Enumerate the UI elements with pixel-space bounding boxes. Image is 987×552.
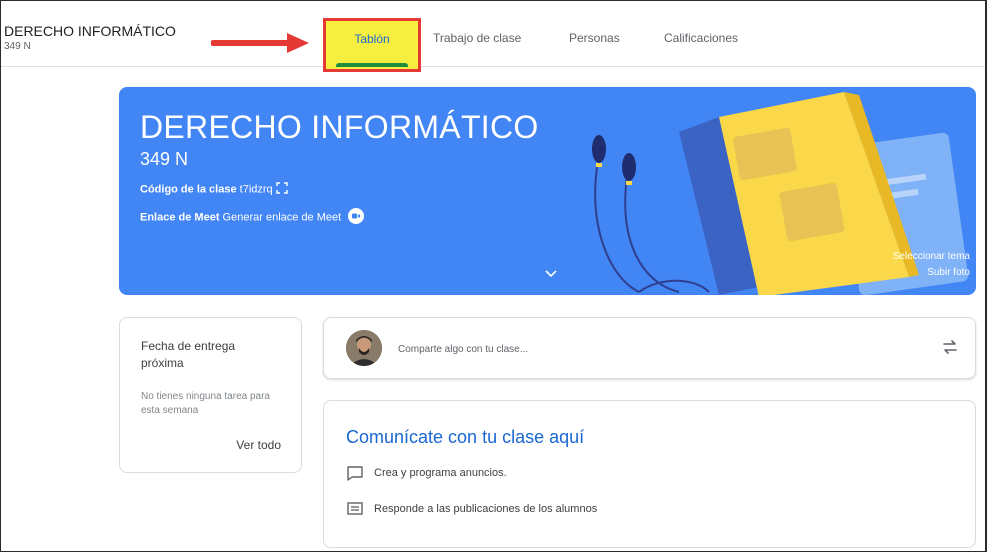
meet-icon[interactable] xyxy=(348,208,365,227)
upload-photo-link[interactable]: Subir foto xyxy=(927,267,970,278)
communicate-card: Comunícate con tu clase aquí Crea y prog… xyxy=(323,400,976,548)
avatar xyxy=(346,330,382,366)
banner-title: DERECHO INFORMÁTICO xyxy=(140,109,539,145)
info-item-announcements: Crea y programa anuncios. xyxy=(346,465,507,481)
meet-label: Enlace de Meet xyxy=(140,211,220,224)
tab-people[interactable]: Personas xyxy=(569,31,620,45)
repost-icon[interactable] xyxy=(941,338,959,361)
communicate-title: Comunícate con tu clase aquí xyxy=(346,427,585,447)
tab-classwork[interactable]: Trabajo de clase xyxy=(433,31,521,45)
active-tab-indicator xyxy=(336,63,408,67)
upcoming-card: Fecha de entrega próxima No tienes ningu… xyxy=(119,317,302,473)
meet-link-row: Enlace de Meet Generar enlace de Meet xyxy=(140,208,365,227)
top-bar: DERECHO INFORMÁTICO 349 N Tablón Trabajo… xyxy=(1,1,985,72)
fullscreen-icon[interactable] xyxy=(276,182,288,197)
tab-stream-label: Tablón xyxy=(354,32,390,46)
chevron-down-icon[interactable] xyxy=(545,265,557,283)
info-item-text: Responde a las publicaciones de los alum… xyxy=(374,503,598,515)
banner-section: 349 N xyxy=(140,149,189,169)
class-banner: DERECHO INFORMÁTICO 349 N Código de la c… xyxy=(119,87,976,295)
upcoming-title: Fecha de entrega próxima xyxy=(141,339,236,370)
course-section: 349 N xyxy=(4,41,31,52)
select-theme-link[interactable]: Seleccionar tema xyxy=(893,251,970,262)
view-all-link[interactable]: Ver todo xyxy=(236,438,281,452)
chat-bubble-icon xyxy=(346,465,366,481)
classroom-window: DERECHO INFORMÁTICO 349 N Tablón Trabajo… xyxy=(0,0,987,552)
info-item-text: Crea y programa anuncios. xyxy=(374,467,507,479)
annotation-arrow-icon xyxy=(211,33,309,53)
class-code-label: Código de la clase xyxy=(140,183,237,196)
course-title[interactable]: DERECHO INFORMÁTICO xyxy=(4,23,176,39)
forum-icon xyxy=(346,501,366,517)
tab-grades[interactable]: Calificaciones xyxy=(664,31,738,45)
tab-stream[interactable]: Tablón xyxy=(323,18,421,72)
share-box[interactable]: Comparte algo con tu clase... xyxy=(323,317,976,379)
upcoming-empty-text: No tienes ninguna tarea para esta semana xyxy=(141,391,270,416)
class-code-value[interactable]: t7idzrq xyxy=(240,183,273,195)
class-code-row: Código de la clase t7idzrq xyxy=(140,182,288,197)
share-input[interactable]: Comparte algo con tu clase... xyxy=(398,344,528,355)
info-item-respond: Responde a las publicaciones de los alum… xyxy=(346,501,597,517)
generate-meet-link[interactable]: Generar enlace de Meet xyxy=(223,211,342,223)
